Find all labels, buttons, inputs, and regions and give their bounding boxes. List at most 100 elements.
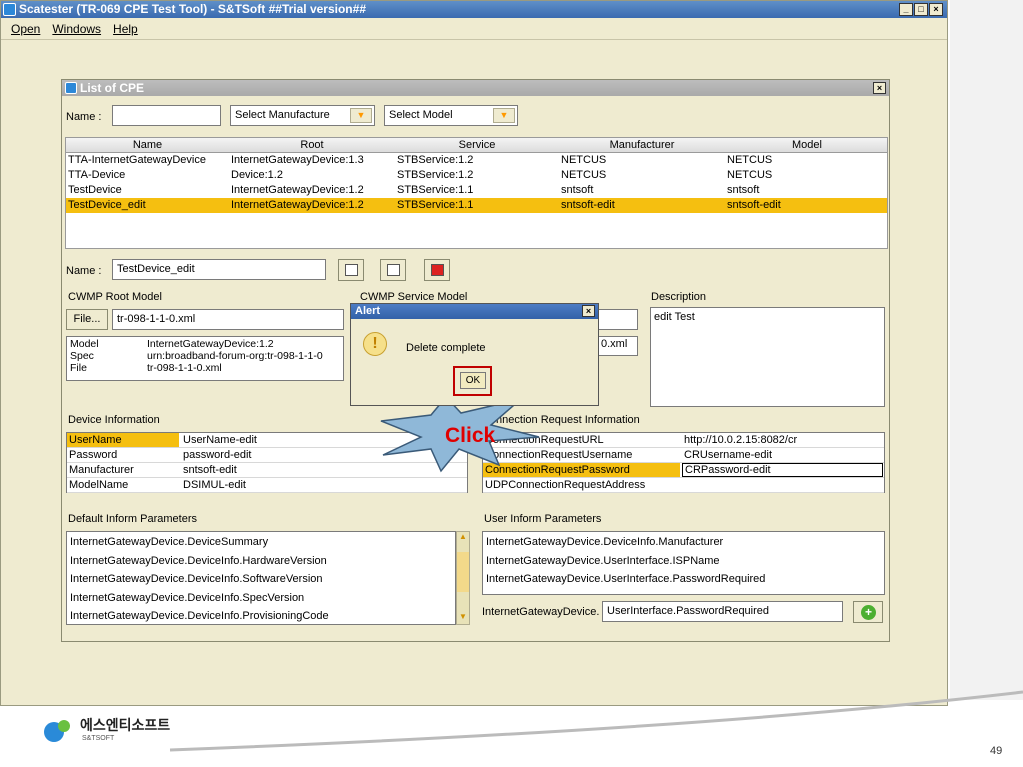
col-root[interactable]: Root: [229, 139, 395, 151]
table-cell: TestDevice: [68, 184, 122, 196]
field-key: ModelName: [69, 479, 129, 491]
table-cell: sntsoft: [561, 184, 594, 196]
root-file-button[interactable]: File...: [66, 309, 108, 330]
col-service[interactable]: Service: [395, 139, 559, 151]
save-button[interactable]: [380, 259, 406, 281]
manufacture-select[interactable]: Select Manufacture ▼: [230, 105, 375, 126]
menu-help[interactable]: Help: [113, 18, 138, 39]
table-cell: NETCUS: [727, 154, 773, 166]
list-item[interactable]: InternetGatewayDevice.DeviceInfo.Softwar…: [67, 570, 455, 589]
maximize-button[interactable]: □: [914, 3, 928, 16]
filter-name-label: Name :: [66, 111, 102, 123]
scroll-down-icon[interactable]: ▼: [457, 612, 469, 624]
field-value[interactable]: http://10.0.2.15:8082/cr: [682, 433, 797, 448]
default-inform-label: Default Inform Parameters: [68, 513, 197, 525]
table-row[interactable]: TestDevice_edit InternetGatewayDevice:1.2…: [66, 198, 887, 213]
prop-row: File tr-098-1-1-0.xml: [67, 362, 343, 374]
table-row[interactable]: TTA-InternetGatewayDevice InternetGateway…: [66, 153, 887, 168]
root-model-label: CWMP Root Model: [68, 291, 162, 303]
scroll-thumb[interactable]: [457, 552, 469, 592]
add-param-button[interactable]: +: [853, 601, 883, 623]
col-manufacturer[interactable]: Manufacturer: [559, 139, 725, 151]
table-cell: NETCUS: [561, 154, 607, 166]
col-name[interactable]: Name: [66, 139, 229, 151]
alert-message: Delete complete: [406, 342, 486, 354]
table-cell: STBService:1.1: [397, 199, 474, 211]
table-cell: sntsoft: [727, 184, 760, 196]
table-cell: TTA-InternetGatewayDevice: [68, 154, 206, 166]
alert-dialog: Alert × ! Delete complete OK: [350, 303, 599, 406]
list-item[interactable]: InternetGatewayDevice.DeviceInfo.Manufac…: [483, 533, 884, 552]
alert-titlebar: Alert ×: [351, 304, 598, 319]
conn-req-table: ConnectionRequestURL http://10.0.2.15:808…: [482, 432, 885, 493]
table-cell: STBService:1.2: [397, 169, 474, 181]
close-button[interactable]: ×: [929, 3, 943, 16]
slide-footer-curve: [169, 690, 1023, 752]
field-value[interactable]: CRPassword-edit: [682, 463, 883, 477]
add-file-icon: [345, 264, 358, 276]
user-inform-input[interactable]: UserInterface.PasswordRequired: [602, 601, 843, 622]
field-key: UserName: [67, 433, 179, 447]
field-key: Password: [69, 449, 118, 461]
cpe-close-button[interactable]: ×: [873, 82, 886, 94]
list-item[interactable]: InternetGatewayDevice.DeviceInfo.Hardwar…: [67, 552, 455, 571]
plus-icon: +: [861, 605, 876, 620]
window-titlebar: Scatester (TR-069 CPE Test Tool) - S&TSo…: [1, 1, 947, 18]
field-key: UDPConnectionRequestAddress: [485, 479, 646, 491]
cpe-window-title: List of CPE: [80, 81, 145, 95]
scroll-up-icon[interactable]: ▲: [457, 532, 469, 544]
company-logo: [44, 720, 70, 742]
menu-windows[interactable]: Windows: [52, 18, 101, 39]
root-file-input[interactable]: tr-098-1-1-0.xml: [112, 309, 344, 330]
default-inform-list: InternetGatewayDevice.DeviceSummary Inte…: [66, 531, 456, 625]
table-cell: TestDevice_edit: [68, 199, 146, 211]
company-subname: S&TSOFT: [82, 735, 115, 742]
list-item[interactable]: InternetGatewayDevice.DeviceInfo.Provisi…: [67, 607, 455, 626]
field-value[interactable]: CRUsername-edit: [682, 448, 772, 463]
table-cell: STBService:1.1: [397, 184, 474, 196]
user-inform-prefix: InternetGatewayDevice.: [482, 606, 600, 618]
chevron-down-icon: ▼: [350, 108, 372, 123]
device-name-input[interactable]: TestDevice_edit: [112, 259, 326, 280]
table-cell: NETCUS: [727, 169, 773, 181]
field-value[interactable]: UserName-edit: [181, 433, 257, 448]
page-number: 49: [990, 745, 1003, 757]
menu-open[interactable]: Open: [11, 18, 40, 39]
window-title: Scatester (TR-069 CPE Test Tool) - S&TSo…: [19, 2, 366, 16]
list-item[interactable]: InternetGatewayDevice.UserInterface.Pass…: [483, 570, 884, 589]
ok-button[interactable]: OK: [460, 372, 486, 389]
table-cell: TTA-Device: [68, 169, 126, 181]
col-model[interactable]: Model: [725, 139, 889, 151]
minimize-button[interactable]: _: [899, 3, 913, 16]
prop-key: Model: [70, 338, 99, 350]
field-key: Manufacturer: [69, 464, 134, 476]
filter-name-input[interactable]: [112, 105, 221, 126]
description-textarea[interactable]: edit Test: [650, 307, 885, 407]
table-row[interactable]: TestDevice InternetGatewayDevice:1.2 STBSe…: [66, 183, 887, 198]
table-cell: InternetGatewayDevice:1.3: [231, 154, 364, 166]
conn-field-row: UDPConnectionRequestAddress: [483, 478, 884, 493]
table-cell: sntsoft-edit: [727, 199, 781, 211]
field-value[interactable]: sntsoft-edit: [181, 463, 237, 478]
alert-close-button[interactable]: ×: [582, 305, 595, 317]
table-cell: NETCUS: [561, 169, 607, 181]
description-label: Description: [651, 291, 707, 303]
add-file-button[interactable]: [338, 259, 364, 281]
table-row[interactable]: TTA-Device Device:1.2 STBService:1.2 NETCUS…: [66, 168, 887, 183]
list-item[interactable]: InternetGatewayDevice.DeviceSummary: [67, 533, 455, 552]
model-select[interactable]: Select Model ▼: [384, 105, 518, 126]
prop-row: Model InternetGatewayDevice:1.2: [67, 338, 343, 350]
list-item[interactable]: InternetGatewayDevice.UserInterface.ISPN…: [483, 552, 884, 571]
field-value[interactable]: DSIMUL-edit: [181, 478, 246, 493]
default-inform-scrollbar[interactable]: ▲ ▼: [456, 531, 470, 625]
conn-field-row: ConnectionRequestPassword CRPassword-edit: [483, 463, 884, 478]
table-cell: InternetGatewayDevice:1.2: [231, 184, 364, 196]
field-value[interactable]: password-edit: [181, 448, 251, 463]
device-field-row: ModelName DSIMUL-edit: [67, 478, 467, 493]
delete-icon: [431, 264, 444, 276]
delete-button[interactable]: [424, 259, 450, 281]
list-item[interactable]: InternetGatewayDevice.DeviceInfo.SpecVer…: [67, 589, 455, 608]
cpe-window-titlebar: List of CPE ×: [62, 80, 889, 96]
table-cell: InternetGatewayDevice:1.2: [231, 199, 364, 211]
conn-field-row: ConnectionRequestUsername CRUsername-edit: [483, 448, 884, 463]
